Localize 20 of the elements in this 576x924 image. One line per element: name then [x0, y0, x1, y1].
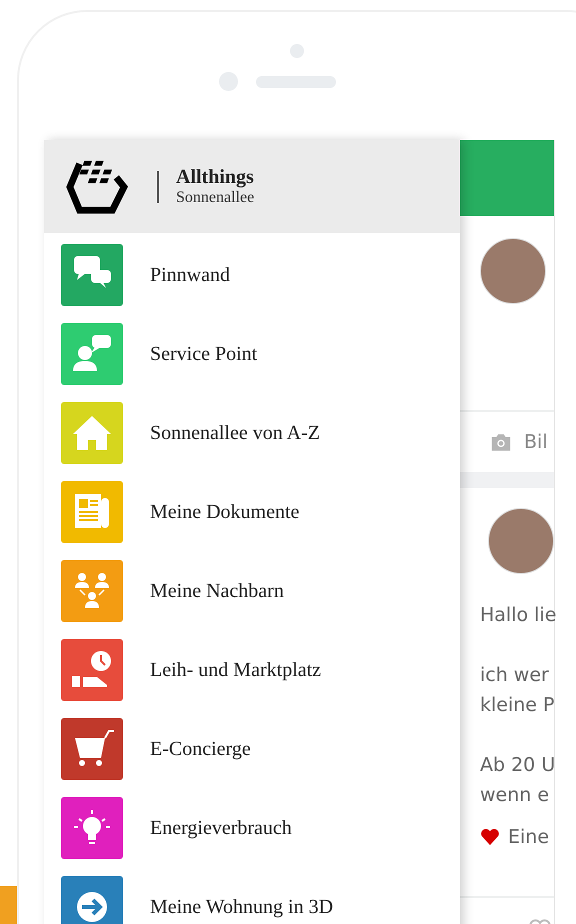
menu-item[interactable]: Pinnwand [44, 244, 460, 306]
menu-item[interactable]: Energieverbrauch [44, 797, 460, 859]
post-text: kleine P [480, 693, 554, 718]
post-text: ich wer [480, 663, 550, 688]
menu-item[interactable]: Meine Nachbarn [44, 560, 460, 622]
heart-icon [480, 828, 500, 846]
app-title: Allthings [176, 166, 254, 189]
menu-item[interactable]: Sonnenallee von A-Z [44, 402, 460, 464]
menu-item[interactable]: Leih- und Marktplatz [44, 639, 460, 701]
post-text: wenn e [480, 783, 550, 808]
menu-item[interactable]: Meine Dokumente [44, 481, 460, 543]
community-name: Sonnenallee [176, 189, 254, 207]
photo-action[interactable]: Bil [524, 431, 548, 453]
menu-item[interactable]: E-Concierge [44, 718, 460, 780]
post-text: Ab 20 U [480, 753, 554, 778]
camera-icon [490, 432, 512, 452]
like-text: Eine [508, 826, 550, 848]
menu-item[interactable]: Service Point [44, 323, 460, 385]
post-text: Hallo lie [480, 603, 554, 628]
menu-item[interactable]: Meine Wohnung in 3D [44, 876, 460, 924]
